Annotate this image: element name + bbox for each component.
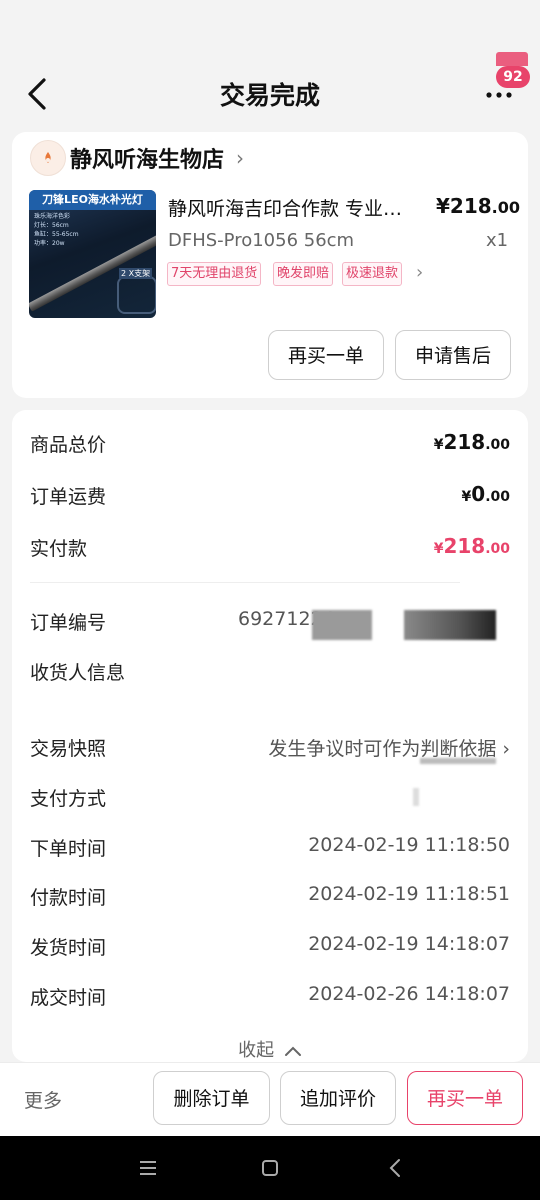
- menu-icon: [140, 1161, 156, 1175]
- service-tag-fast-refund[interactable]: 极速退款: [342, 262, 403, 286]
- chevron-right-icon[interactable]: ›: [416, 262, 423, 283]
- product-quantity: x1: [486, 230, 509, 251]
- thumb-title: 刀锋LEO海水补光灯: [29, 190, 156, 210]
- thumb-tag: 2 X支架: [119, 268, 153, 279]
- deal-time-value: 2024-02-26 14:18:07: [308, 983, 510, 1005]
- order-time-value: 2024-02-19 11:18:50: [308, 834, 510, 856]
- thumb-spec: 珠乐海洋色彩 灯长：56cm 鱼缸：55-65cm 功率：20w: [34, 213, 79, 247]
- paid-amount-value: ¥218.00: [433, 534, 510, 558]
- product-name[interactable]: 静风听海吉印合作款 专业…: [168, 194, 420, 221]
- delete-order-button[interactable]: 删除订单: [153, 1071, 270, 1125]
- divider: [30, 582, 460, 583]
- payment-time-label: 付款时间: [30, 887, 107, 909]
- rebuy-primary-button[interactable]: 再买一单: [407, 1071, 523, 1125]
- shipping-fee-value: ¥0.00: [461, 482, 510, 506]
- chevron-up-icon: [284, 1046, 301, 1056]
- redacted-block: [413, 788, 419, 806]
- payment-method-label: 支付方式: [30, 788, 107, 810]
- apply-aftersale-button[interactable]: 申请售后: [395, 330, 511, 380]
- redacted-block: [420, 758, 496, 764]
- more-options-button[interactable]: [484, 82, 516, 106]
- home-square-icon: [262, 1160, 278, 1176]
- goods-total-value: ¥218.00: [433, 430, 510, 454]
- paid-amount-label: 实付款: [30, 538, 88, 560]
- shop-name[interactable]: 静风听海生物店: [70, 142, 224, 174]
- chevron-right-icon[interactable]: ›: [236, 146, 244, 170]
- bracket-image: [117, 276, 156, 314]
- snapshot-label: 交易快照: [30, 738, 107, 760]
- service-tag-return[interactable]: 7天无理由退货: [167, 262, 262, 286]
- page-title: 交易完成: [219, 81, 320, 110]
- collapse-toggle[interactable]: 收起: [0, 1036, 540, 1062]
- ship-time-label: 发货时间: [30, 937, 107, 959]
- back-triangle-icon: [389, 1159, 400, 1177]
- payment-time-value: 2024-02-19 11:18:51: [308, 883, 510, 905]
- rebuy-button[interactable]: 再买一单: [268, 330, 384, 380]
- redacted-block: [404, 610, 496, 640]
- product-sku: DFHS-Pro1056 56cm: [168, 230, 355, 251]
- more-dots-icon: [486, 92, 512, 98]
- shipping-fee-label: 订单运费: [30, 486, 107, 508]
- receiver-info-label: 收货人信息: [30, 662, 126, 684]
- add-review-button[interactable]: 追加评价: [280, 1071, 396, 1125]
- redacted-block: [312, 610, 372, 640]
- snapshot-link[interactable]: 发生争议时可作为判断依据 ›: [268, 734, 510, 761]
- nav-back-button[interactable]: [378, 1150, 414, 1186]
- order-time-label: 下单时间: [30, 838, 107, 860]
- ship-time-value: 2024-02-19 14:18:07: [308, 933, 510, 955]
- badge-tab: [496, 52, 528, 66]
- deal-time-label: 成交时间: [30, 987, 107, 1009]
- service-tag-late-compensation[interactable]: 晚发即赔: [273, 262, 334, 286]
- recent-apps-button[interactable]: [130, 1150, 166, 1186]
- goods-total-label: 商品总价: [30, 434, 107, 456]
- home-button[interactable]: [252, 1150, 288, 1186]
- more-actions-link[interactable]: 更多: [24, 1086, 62, 1113]
- shop-logo-icon: [30, 140, 66, 176]
- product-price: ¥218.00: [436, 194, 521, 218]
- order-number-label: 订单编号: [30, 612, 107, 634]
- product-thumbnail[interactable]: 刀锋LEO海水补光灯 珠乐海洋色彩 灯长：56cm 鱼缸：55-65cm 功率：…: [29, 190, 156, 318]
